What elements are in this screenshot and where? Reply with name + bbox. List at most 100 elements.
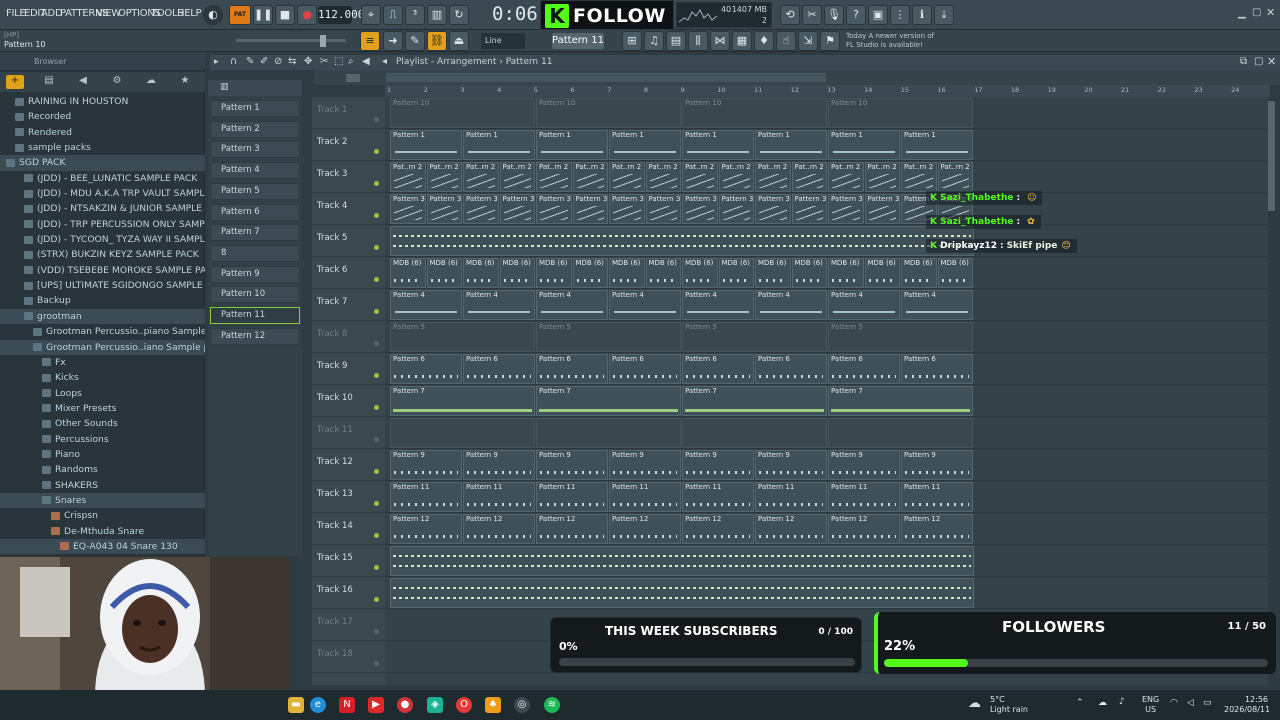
piano-roll-icon[interactable]: ♫: [644, 31, 664, 51]
save-icon[interactable]: ▣: [868, 5, 888, 25]
pattern-item[interactable]: Pattern 9: [210, 265, 300, 283]
opera-icon[interactable]: O: [456, 697, 472, 713]
track-mute-led-icon[interactable]: [374, 533, 379, 538]
arrow-icon[interactable]: ➜: [383, 31, 403, 51]
track-lane[interactable]: MDB (6) MDB (6) MDB (6) MDB (6) MDB (6) MDB (…: [385, 257, 1275, 289]
browser-item[interactable]: Grootman Percussio..iano Sample pack 2: [0, 339, 205, 355]
pattern-song-toggle[interactable]: PAT: [229, 5, 251, 25]
pattern-clip[interactable]: Pattern 6: [755, 354, 827, 384]
pattern-clip[interactable]: Pattern 11: [536, 482, 608, 512]
pattern-clip[interactable]: MDB (6): [682, 258, 718, 288]
pattern-clip[interactable]: MDB (6): [390, 258, 426, 288]
pattern-clip[interactable]: Pattern 5: [682, 322, 827, 352]
track-header[interactable]: Track 14: [312, 513, 385, 545]
playlist-close-icon[interactable]: ✕: [1267, 55, 1276, 68]
record-button[interactable]: ●: [297, 5, 317, 25]
render-icon[interactable]: ⇲: [798, 31, 818, 51]
pattern-clip[interactable]: Pattern 1: [828, 130, 900, 160]
pattern-clip[interactable]: [536, 418, 681, 448]
pattern-clip[interactable]: Pattern 5: [828, 322, 973, 352]
pattern-clip[interactable]: MDB (6): [499, 258, 535, 288]
pattern-clip[interactable]: Pat..rn 2: [791, 162, 827, 192]
pattern-clip[interactable]: Pat..rn 2: [718, 162, 754, 192]
track-mute-led-icon[interactable]: [374, 405, 379, 410]
track-lane[interactable]: Pattern 7 Pattern 7 Pattern 7 Pattern 7: [385, 385, 1275, 417]
pattern-clip[interactable]: MDB (6): [426, 258, 462, 288]
pattern-clip[interactable]: Pattern 9: [682, 450, 754, 480]
browser-item[interactable]: grootman: [0, 308, 205, 325]
pattern-clip[interactable]: Pattern 11: [390, 482, 462, 512]
pattern-clip[interactable]: Pat..rn 2: [828, 162, 864, 192]
pattern-clip[interactable]: Pattern 7: [390, 386, 535, 416]
track-mute-led-icon[interactable]: [374, 309, 379, 314]
pattern-clip[interactable]: Pattern 6: [390, 354, 462, 384]
track-lane[interactable]: Pattern 6 Pattern 6 Pattern 6 Pattern 6 Patt…: [385, 353, 1275, 385]
playlist-icon[interactable]: ≡: [360, 31, 380, 51]
close-icon[interactable]: ✕: [1266, 6, 1275, 19]
pattern-clip[interactable]: Pattern 1: [536, 130, 608, 160]
pattern-clip[interactable]: Pattern 9: [609, 450, 681, 480]
browser-item[interactable]: (STRX) BUKZIN KEYZ SAMPLE PACK: [0, 247, 205, 262]
pattern-clip[interactable]: Pat..rn 2: [499, 162, 535, 192]
track-lane[interactable]: [385, 545, 1275, 577]
pattern-clip[interactable]: Pattern 7: [536, 386, 681, 416]
pattern-clip[interactable]: Pattern 12: [755, 514, 827, 544]
channel-rack-icon[interactable]: ⊞: [622, 31, 642, 51]
vertical-scrollbar[interactable]: [1268, 97, 1275, 685]
mute-tool-icon[interactable]: ⇆: [288, 56, 296, 67]
netflix-icon[interactable]: N: [339, 697, 355, 713]
battery-icon[interactable]: ▭: [1203, 698, 1212, 708]
browser-item[interactable]: Loops: [0, 386, 205, 401]
track-mute-led-icon[interactable]: [374, 501, 379, 506]
pattern-clip[interactable]: [390, 418, 535, 448]
track-lane[interactable]: [385, 225, 1275, 257]
pattern-clip[interactable]: Pattern 6: [682, 354, 754, 384]
pattern-clip[interactable]: MDB (6): [572, 258, 608, 288]
pattern-clip[interactable]: MDB (6): [718, 258, 754, 288]
playlist-restore-icon[interactable]: ⧉: [1240, 56, 1247, 67]
track-lane[interactable]: Pattern 11 Pattern 11 Pattern 11 Pattern 11…: [385, 481, 1275, 513]
pattern-clip[interactable]: Pattern 1: [463, 130, 535, 160]
menu-file[interactable]: FILE: [6, 8, 26, 19]
browser-speaker-icon[interactable]: ◀: [74, 75, 92, 89]
master-volume-slider[interactable]: [236, 39, 346, 42]
browser-item[interactable]: De-Mthuda Snare: [0, 524, 205, 539]
browser-item[interactable]: Randoms: [0, 462, 205, 477]
pattern-clip[interactable]: Pat..rn 2: [463, 162, 499, 192]
browser-add-icon[interactable]: +: [6, 75, 24, 89]
track-header[interactable]: Track 18: [312, 641, 385, 673]
pattern-clip[interactable]: Pattern 3: [536, 194, 572, 224]
track-header[interactable]: Track 17: [312, 609, 385, 641]
track-mute-led-icon[interactable]: [374, 245, 379, 250]
track-mute-led-icon[interactable]: [374, 277, 379, 282]
browser-toggle-icon[interactable]: ▦: [732, 31, 752, 51]
pattern-clip[interactable]: MDB (6): [463, 258, 499, 288]
pattern-clip[interactable]: Pattern 3: [390, 194, 426, 224]
undo-icon[interactable]: ⟲: [780, 5, 800, 25]
pattern-clip[interactable]: Pattern 4: [755, 290, 827, 320]
browser-item[interactable]: Mixer Presets: [0, 401, 205, 416]
browser-item[interactable]: (JDD) - BEE_LUNATIC SAMPLE PACK: [0, 171, 205, 186]
browser-star-icon[interactable]: ★: [176, 75, 194, 89]
pattern-clip[interactable]: Pattern 5: [536, 322, 681, 352]
browser-item[interactable]: SGD PACK: [0, 155, 205, 171]
track-mute-led-icon[interactable]: [374, 437, 379, 442]
pattern-item[interactable]: Pattern 12: [210, 327, 300, 345]
pattern-clip[interactable]: MDB (6): [791, 258, 827, 288]
pattern-clip[interactable]: Pattern 9: [536, 450, 608, 480]
pattern-clip[interactable]: Pattern 9: [828, 450, 900, 480]
pattern-clip[interactable]: Pattern 1: [390, 130, 462, 160]
pattern-clip[interactable]: MDB (6): [937, 258, 973, 288]
edge-browser-icon[interactable]: e: [310, 697, 326, 713]
picker-menu-icon[interactable]: ▥: [220, 82, 229, 92]
track-lane[interactable]: Pattern 5 Pattern 5 Pattern 5 Pattern 5: [385, 321, 1275, 353]
pattern-clip[interactable]: Pat..rn 2: [426, 162, 462, 192]
track-header[interactable]: Track 2: [312, 129, 385, 161]
pattern-clip[interactable]: Pat..rn 2: [937, 162, 973, 192]
browser-item[interactable]: [UPS] ULTIMATE SGIDONGO SAMPLE PACK: [0, 278, 205, 293]
pattern-clip[interactable]: Pattern 9: [901, 450, 973, 480]
pattern-clip[interactable]: Pattern 4: [390, 290, 462, 320]
track-mute-led-icon[interactable]: [374, 341, 379, 346]
pattern-clip[interactable]: [682, 418, 827, 448]
browser-item[interactable]: Percussions: [0, 432, 205, 447]
